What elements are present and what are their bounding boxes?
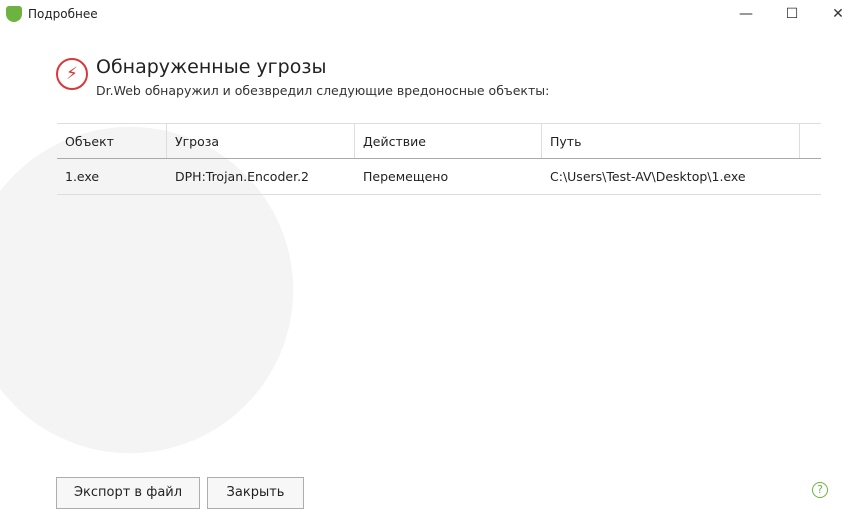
column-object[interactable]: Объект <box>57 124 167 158</box>
help-icon[interactable]: ? <box>812 482 828 498</box>
close-window-button[interactable]: ✕ <box>815 0 861 28</box>
minimize-button[interactable]: — <box>723 0 769 28</box>
lightning-icon: ⚡ <box>56 58 88 90</box>
column-threat[interactable]: Угроза <box>167 124 355 158</box>
cell-path: C:\Users\Test-AV\Desktop\1.exe <box>550 169 746 184</box>
close-button[interactable]: Закрыть <box>207 477 304 509</box>
cell-object: 1.exe <box>65 169 100 184</box>
column-action[interactable]: Действие <box>355 124 542 158</box>
table-header: Объект Угроза Действие Путь <box>57 123 821 159</box>
page-title: Обнаруженные угрозы <box>96 56 327 78</box>
table-row[interactable]: 1.exe DPH:Trojan.Encoder.2 Перемещено C:… <box>57 159 821 195</box>
cell-action: Перемещено <box>363 169 449 184</box>
export-button[interactable]: Экспорт в файл <box>56 477 200 509</box>
drweb-logo-icon <box>6 6 22 22</box>
column-spacer <box>800 124 821 158</box>
page-subtitle: Dr.Web обнаружил и обезвредил следующие … <box>96 83 550 98</box>
column-path[interactable]: Путь <box>542 124 800 158</box>
cell-threat: DPH:Trojan.Encoder.2 <box>175 169 309 184</box>
maximize-button[interactable]: ☐ <box>769 0 815 28</box>
title-bar: Подробнее — ☐ ✕ <box>0 0 861 28</box>
threats-table: Объект Угроза Действие Путь 1.exe DPH:Tr… <box>57 123 821 195</box>
window-title: Подробнее <box>28 7 98 21</box>
